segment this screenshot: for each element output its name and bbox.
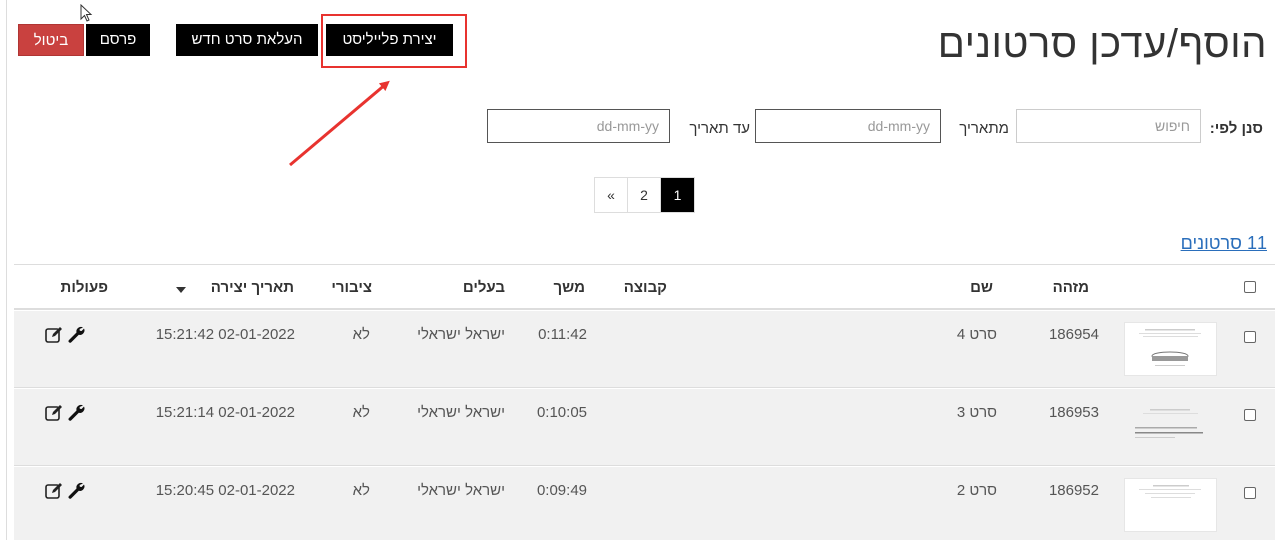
page: ביטול פרסם העלאת סרט חדש יצירת פלייליסט … [0,0,1275,540]
to-date-input[interactable]: dd-mm-yy [487,109,670,143]
cell-duration: 0:09:49 [536,482,587,499]
column-header-created[interactable]: תאריך יצירה [211,279,294,296]
column-header-id[interactable]: מזהה [1053,279,1089,296]
edit-icon[interactable] [44,403,64,423]
column-header-owner[interactable]: בעלים [463,279,505,296]
cell-name: סרט 4 [956,326,997,343]
column-header-actions: פעולות [60,279,108,296]
left-border [6,0,7,540]
column-header-public[interactable]: ציבורי [331,279,372,296]
cell-public: לא [352,326,370,343]
from-date-label: מתאריך [959,120,1009,137]
search-input[interactable]: חיפוש [1016,109,1201,143]
pagination: « 2 1 [594,177,695,213]
videos-count-link[interactable]: 11 סרטונים [1181,233,1267,254]
wrench-icon[interactable] [66,325,86,345]
column-header-name[interactable]: שם [970,279,993,296]
pagination-page-2[interactable]: 2 [628,178,661,212]
cell-created: 15:21:42 02-01-2022 [155,326,295,343]
cell-name: סרט 3 [956,404,997,421]
pagination-page-1[interactable]: 1 [661,178,694,212]
video-thumbnail[interactable] [1124,322,1217,376]
row-checkbox[interactable] [1244,409,1256,421]
to-date-label: עד תאריך [689,120,750,137]
pagination-prev[interactable]: « [595,178,628,212]
wrench-icon[interactable] [66,403,86,423]
cell-owner: ישראל ישראלי [417,326,505,343]
cell-duration: 0:10:05 [536,404,587,421]
cell-id: 186954 [1048,326,1099,343]
cell-created: 15:20:45 02-01-2022 [155,482,295,499]
row-checkbox[interactable] [1244,331,1256,343]
edit-icon[interactable] [44,325,64,345]
table-row[interactable]: 186952 סרט 2 0:09:49 ישראל ישראלי לא 15:… [14,467,1275,540]
cell-id: 186953 [1048,404,1099,421]
edit-icon[interactable] [44,481,64,501]
wrench-icon[interactable] [66,481,86,501]
row-checkbox[interactable] [1244,487,1256,499]
cell-duration: 0:11:42 [538,326,587,343]
cell-name: סרט 2 [956,482,997,499]
from-date-input[interactable]: dd-mm-yy [755,109,941,143]
cell-created: 15:21:14 02-01-2022 [155,404,295,421]
filter-by-label: סנן לפי: [1209,120,1263,137]
video-thumbnail-image [1139,329,1201,366]
table-header: מזהה שם קבוצה משך בעלים ציבורי תאריך יצי… [14,264,1275,310]
cell-id: 186952 [1048,482,1099,499]
video-thumbnail-image [1135,409,1203,438]
cancel-button[interactable]: ביטול [18,24,84,56]
page-title: הוסף/עדכן סרטונים [937,22,1267,66]
cell-owner: ישראל ישראלי [417,482,505,499]
mouse-cursor-icon [80,4,93,22]
video-thumbnail[interactable] [1124,400,1217,454]
table-row[interactable]: 186953 סרט 3 0:10:05 ישראל ישראלי לא 15:… [14,389,1275,466]
select-all-checkbox[interactable] [1244,281,1256,293]
cell-public: לא [352,404,370,421]
caret-down-icon[interactable] [176,287,186,293]
cell-public: לא [352,482,370,499]
upload-new-video-button[interactable]: העלאת סרט חדש [176,24,318,56]
annotation-highlight-box [321,14,467,68]
table-row[interactable]: 186954 סרט 4 0:11:42 ישראל ישראלי לא 15:… [14,311,1275,388]
video-thumbnail[interactable] [1124,478,1217,532]
video-thumbnail-image [1139,485,1201,498]
column-header-group[interactable]: קבוצה [624,279,667,296]
cell-owner: ישראל ישראלי [417,404,505,421]
column-header-duration[interactable]: משך [554,279,585,296]
publish-button[interactable]: פרסם [86,24,150,56]
